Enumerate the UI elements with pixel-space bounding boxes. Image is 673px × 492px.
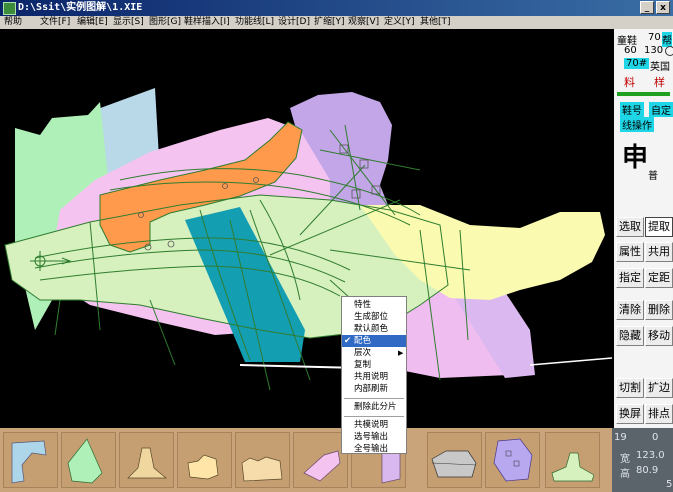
submenu-arrow-icon: ▶ [398, 349, 404, 357]
thumbnail-piece[interactable] [235, 432, 290, 488]
context-item-properties[interactable]: 特性 [342, 299, 406, 311]
context-item-mold-note[interactable]: 共模说明 [342, 419, 406, 431]
thumbnail-piece[interactable] [427, 432, 482, 488]
thumbnail-piece[interactable] [119, 432, 174, 488]
tool-share[interactable]: 共用 [645, 242, 673, 262]
width-label: 宽 [620, 454, 630, 465]
tab-material[interactable]: 料 [624, 74, 635, 90]
thumbnail-piece[interactable] [485, 432, 540, 488]
thumbnail-piece[interactable] [3, 432, 58, 488]
tool-hide[interactable]: 隐藏 [616, 326, 644, 346]
custom-button[interactable]: 自定 [649, 102, 673, 117]
menu-grade[interactable]: 扩缩[Y] [314, 16, 345, 29]
tool-arrange-points[interactable]: 排点 [645, 404, 673, 424]
page-number-2: 0 [652, 432, 659, 443]
menu-separator [344, 398, 404, 399]
menu-function-line[interactable]: 功能线[L] [235, 16, 274, 29]
context-item-refresh[interactable]: 内部刷新 [342, 383, 406, 395]
context-item-delete-piece[interactable]: 删除此分片 [342, 401, 406, 413]
logo-small-text: 普 [648, 171, 658, 182]
menu-graphics[interactable]: 图形[G] [149, 16, 181, 29]
context-item-copy[interactable]: 复制 [342, 359, 406, 371]
window-title: D:\Ssit\实例图解\1.XIE [18, 2, 143, 13]
tool-switch-screen[interactable]: 换屏 [616, 404, 644, 424]
status-panel: 19 0 宽 123.0 高 80.9 5 [612, 428, 673, 492]
close-button[interactable]: x [656, 1, 670, 14]
radio-icon[interactable] [665, 46, 673, 56]
range-a: 60 [624, 45, 637, 56]
tool-fixed-distance[interactable]: 定距 [645, 268, 673, 288]
size-number: 70 [648, 32, 661, 43]
menu-separator [344, 416, 404, 417]
thumbnail-piece[interactable] [293, 432, 348, 488]
unit-label[interactable]: 英国 [650, 58, 670, 73]
shoe-size-button[interactable]: 鞋号 [620, 102, 644, 117]
tool-specify[interactable]: 指定 [616, 268, 644, 288]
tool-delete[interactable]: 删除 [645, 300, 673, 320]
line-operation-button[interactable]: 线操作 [620, 117, 654, 132]
tool-extract[interactable]: 提取 [645, 217, 673, 237]
size-tag[interactable]: 70# [624, 58, 650, 69]
progress-bar [617, 92, 670, 96]
size-system[interactable]: 帮 [662, 32, 672, 47]
menu-file[interactable]: 文件[F] [40, 16, 70, 29]
menu-view[interactable]: 观察[V] [348, 16, 379, 29]
edge-value: 5 [666, 479, 673, 490]
title-bar: D:\Ssit\实例图解\1.XIE _ x [0, 0, 673, 16]
pattern-drawing [4, 88, 613, 391]
thumbnail-piece[interactable] [61, 432, 116, 488]
tool-expand-edge[interactable]: 扩边 [645, 378, 673, 398]
context-item-selected-output[interactable]: 选号输出 [342, 431, 406, 443]
tool-clear[interactable]: 清除 [616, 300, 644, 320]
range-b: 130 [644, 45, 664, 56]
tool-cut[interactable]: 切割 [616, 378, 644, 398]
height-value: 80.9 [636, 465, 659, 476]
checkmark-icon: ✔ [344, 336, 352, 346]
menu-other[interactable]: 其他[T] [420, 16, 451, 29]
tool-move[interactable]: 移动 [645, 326, 673, 346]
height-label: 高 [620, 469, 630, 480]
tab-sample[interactable]: 样 [654, 74, 665, 90]
context-item-default-color[interactable]: 默认颜色 [342, 323, 406, 335]
menu-bar: 帮助 文件[F] 编辑[E] 显示[S] 图形[G] 鞋样描入[I] 功能线[L… [0, 16, 673, 29]
minimize-button[interactable]: _ [640, 1, 654, 14]
menu-help[interactable]: 帮助 [4, 16, 22, 29]
menu-trace[interactable]: 鞋样描入[I] [184, 16, 230, 29]
page-number: 19 [614, 432, 627, 443]
menu-design[interactable]: 设计[D] [278, 16, 310, 29]
menu-define[interactable]: 定义[Y] [384, 16, 415, 29]
app-icon [3, 2, 16, 15]
drawing-canvas[interactable] [0, 29, 614, 428]
logo-seal-icon: 申 [622, 143, 649, 173]
context-item-layer[interactable]: 层次 ▶ [342, 347, 406, 359]
context-item-all-output[interactable]: 全号输出 [342, 443, 406, 455]
context-item-match-color[interactable]: ✔ 配色 [342, 335, 406, 347]
menu-edit[interactable]: 编辑[E] [77, 16, 108, 29]
tool-properties[interactable]: 属性 [616, 242, 644, 262]
context-item-generate-part[interactable]: 生成部位 [342, 311, 406, 323]
menu-display[interactable]: 显示[S] [113, 16, 144, 29]
thumbnail-piece[interactable] [545, 432, 600, 488]
context-menu: 特性 生成部位 默认颜色 ✔ 配色 层次 ▶ 复制 共用说明 内部刷新 删除此分片 … [341, 296, 407, 454]
right-guide-line [529, 357, 613, 366]
thumbnail-piece[interactable] [177, 432, 232, 488]
context-item-shared-note[interactable]: 共用说明 [342, 371, 406, 383]
tool-select[interactable]: 选取 [616, 217, 644, 237]
width-value: 123.0 [636, 450, 665, 461]
